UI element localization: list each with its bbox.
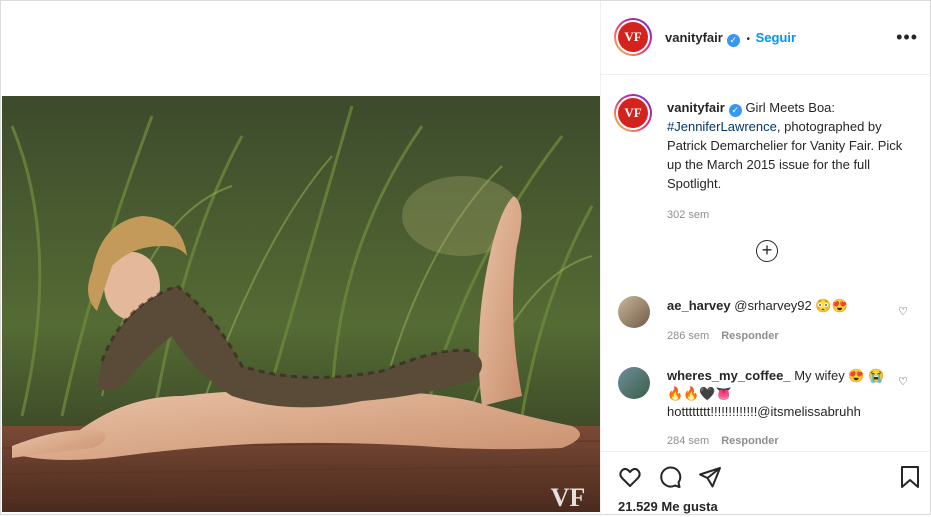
reply-button[interactable]: Responder — [721, 435, 778, 447]
comment-item: wheres_my_coffee_ My wifey 😍 😭🔥🔥🖤👅 hottt… — [667, 367, 892, 450]
reply-button[interactable]: Responder — [721, 330, 778, 342]
post-photo[interactable]: VF — [2, 96, 600, 512]
post-header: VF vanityfair ✓ • Seguir ••• — [601, 1, 931, 75]
comment-avatar[interactable] — [618, 296, 650, 328]
watermark: VF — [551, 483, 586, 512]
likes-count[interactable]: 21.529 Me gusta — [618, 499, 718, 514]
dot-separator: • — [746, 34, 750, 45]
post-dialog: VF VF vanityfair ✓ • Seguir ••• VF vanity… — [0, 0, 931, 516]
comment-text: @srharvey92 😳😍 — [734, 298, 848, 313]
more-options-icon[interactable]: ••• — [896, 27, 918, 48]
verified-badge-icon: ✓ — [728, 104, 742, 117]
comment-icon[interactable] — [658, 465, 682, 489]
caption-avatar[interactable]: VF — [614, 94, 652, 132]
comment-like-icon[interactable]: ♡ — [898, 305, 908, 318]
comment-like-icon[interactable]: ♡ — [898, 375, 908, 388]
post-caption: vanityfair ✓ Girl Meets Boa: #JenniferLaw… — [667, 98, 917, 225]
follow-button[interactable]: Seguir — [756, 30, 796, 45]
comment-item: ae_harvey @srharvey92 😳😍 286 sem Responde… — [667, 297, 892, 345]
caption-hashtag[interactable]: #JenniferLawrence — [667, 119, 777, 134]
load-more-comments-icon[interactable]: + — [756, 240, 778, 262]
post-actions: 21.529 Me gusta — [601, 451, 931, 517]
caption-username[interactable]: vanityfair — [667, 100, 725, 115]
comment-username[interactable]: ae_harvey — [667, 298, 731, 313]
vf-logo: VF — [618, 98, 648, 128]
heart-icon[interactable] — [618, 465, 642, 489]
comment-avatar[interactable] — [618, 367, 650, 399]
account-avatar[interactable]: VF — [614, 18, 652, 56]
share-icon[interactable] — [698, 465, 722, 489]
comment-time: 286 sem — [667, 330, 710, 342]
caption-time: 302 sem — [667, 209, 710, 221]
verified-badge-icon: ✓ — [726, 34, 740, 47]
comment-time: 284 sem — [667, 435, 710, 447]
caption-text: Girl Meets Boa: — [745, 100, 836, 115]
bookmark-icon[interactable] — [898, 465, 922, 489]
post-sidebar: VF vanityfair ✓ • Seguir ••• VF vanityfai… — [600, 1, 931, 516]
comment-username[interactable]: wheres_my_coffee_ — [667, 368, 791, 383]
vf-logo: VF — [618, 22, 648, 52]
account-username[interactable]: vanityfair — [665, 30, 723, 45]
